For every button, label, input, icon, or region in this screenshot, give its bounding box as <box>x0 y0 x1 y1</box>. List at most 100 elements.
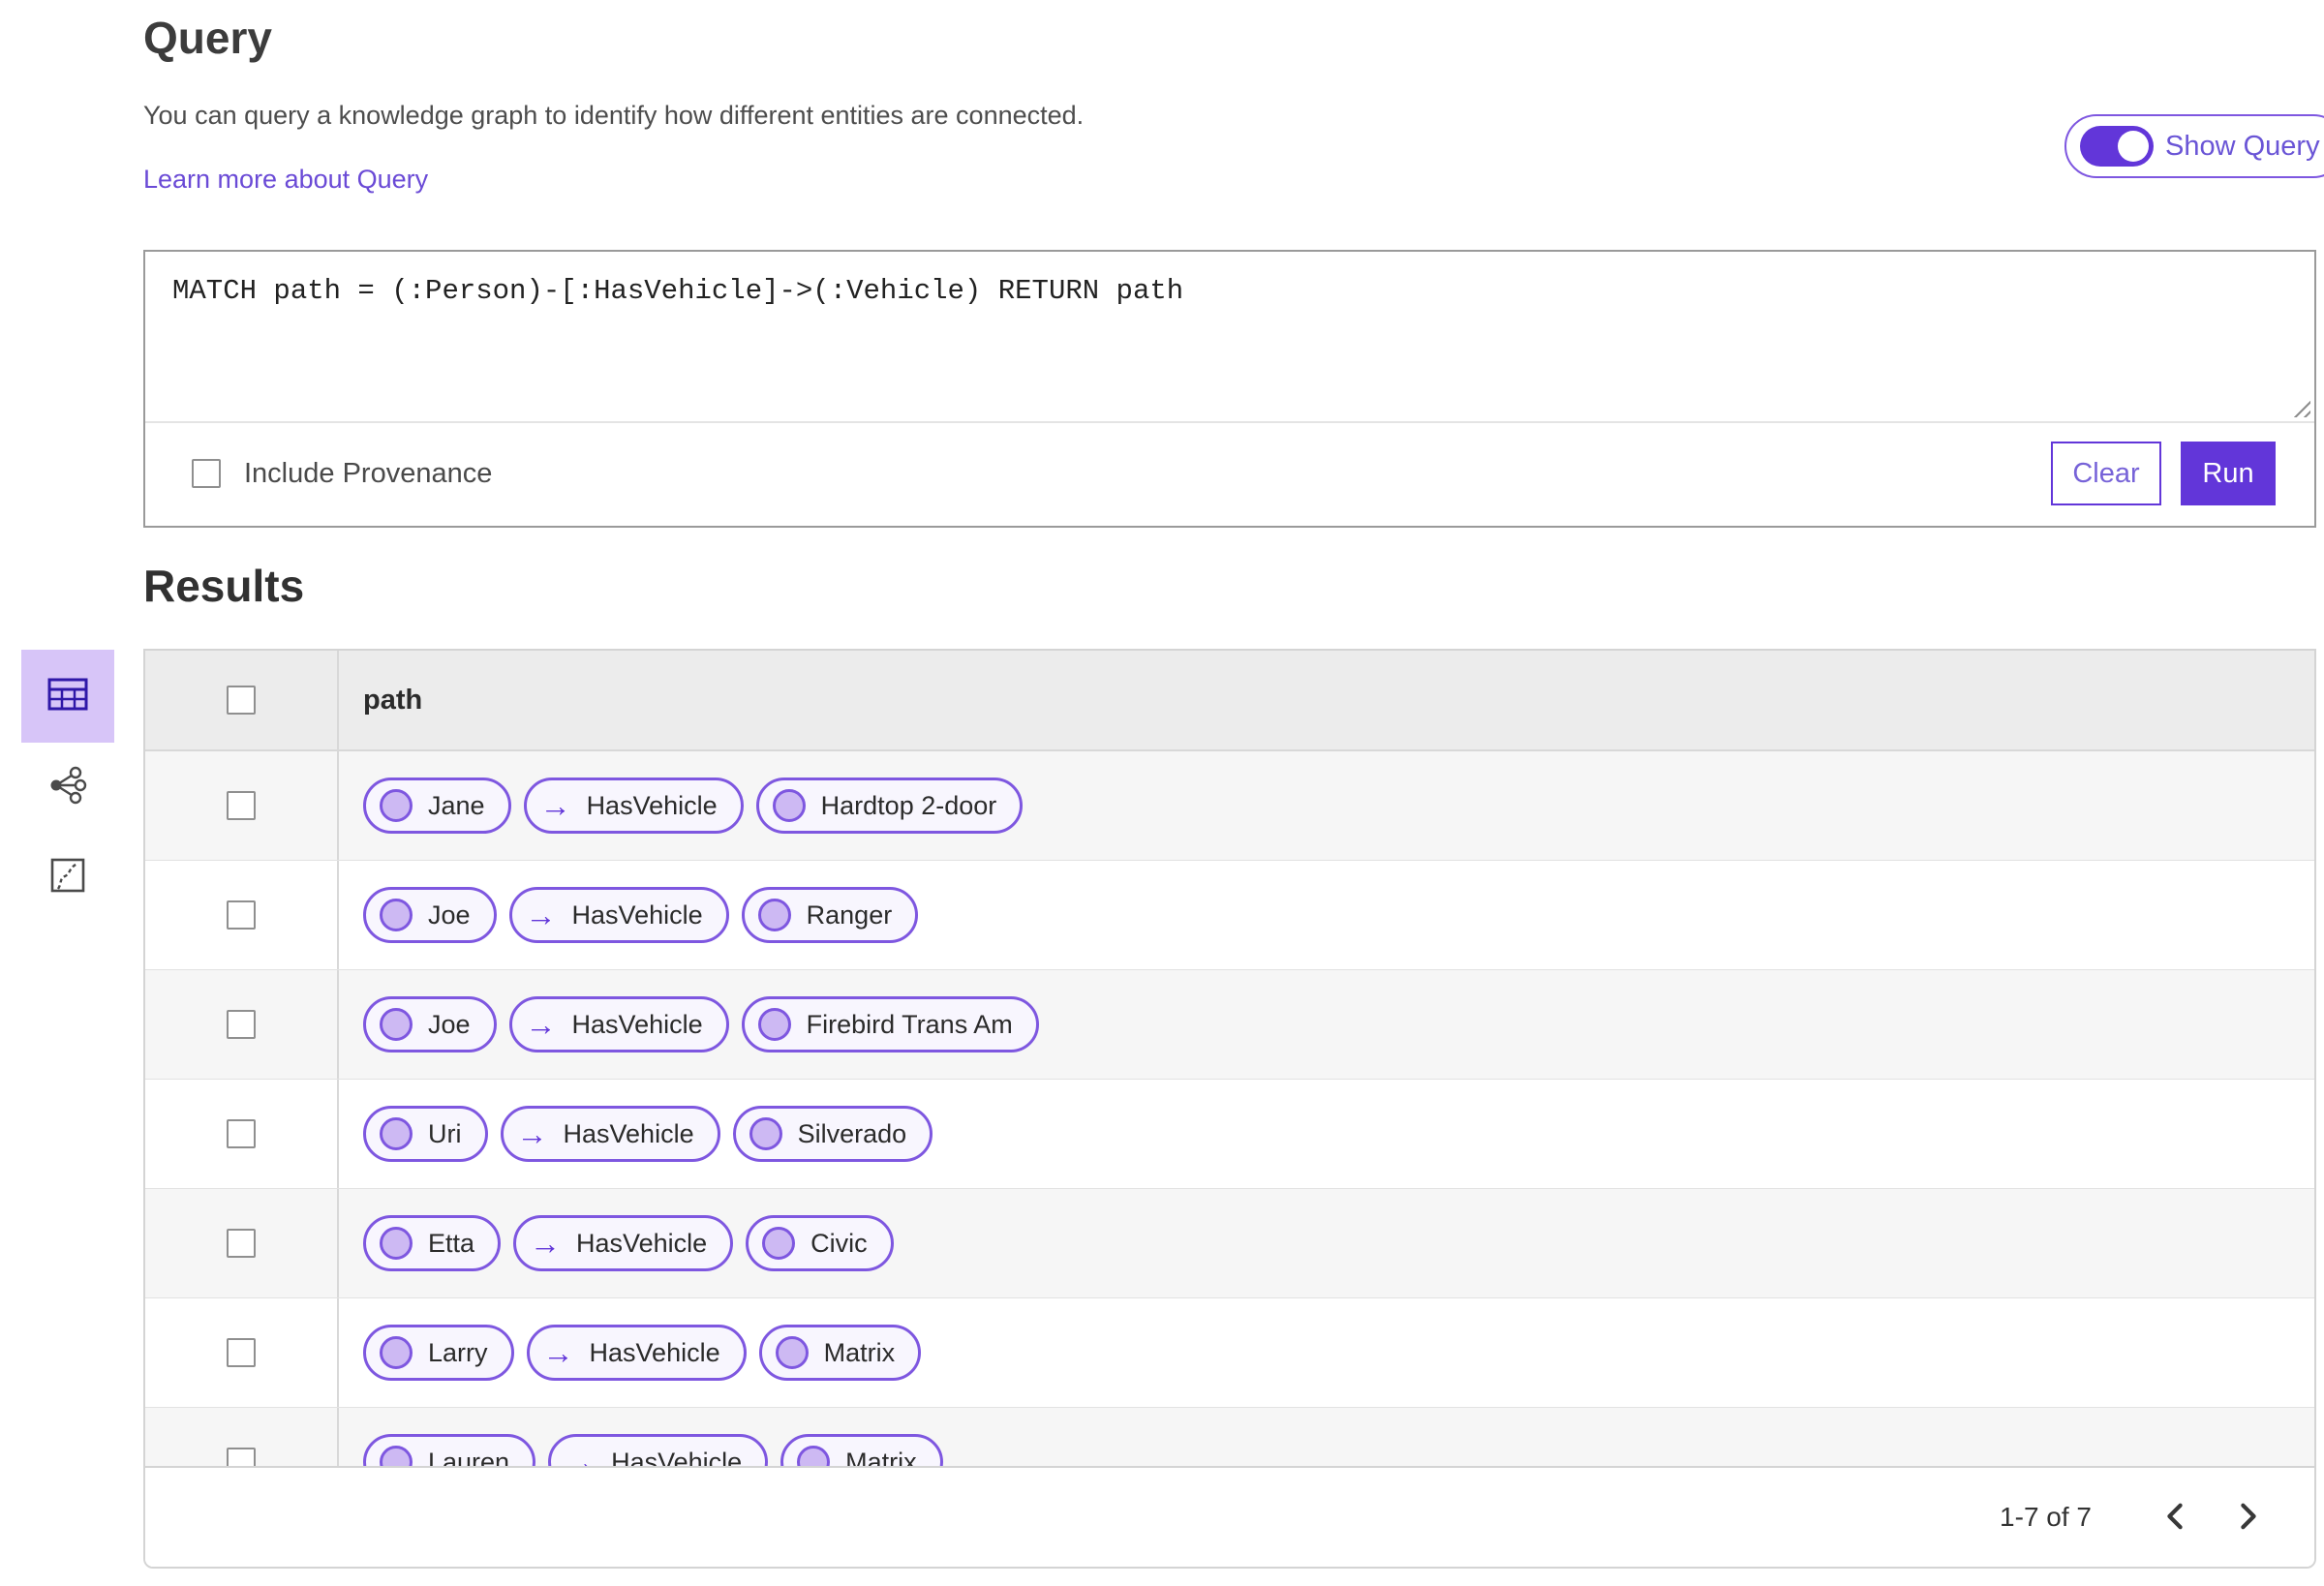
row-checkbox[interactable] <box>227 1119 256 1148</box>
query-editor[interactable]: MATCH path = (:Person)-[:HasVehicle]->(:… <box>145 252 2314 423</box>
target-entity-pill[interactable]: Civic <box>746 1215 894 1271</box>
relationship-label: HasVehicle <box>586 790 718 820</box>
show-query-label: Show Query <box>2165 130 2320 162</box>
next-page-button[interactable] <box>2225 1494 2272 1540</box>
header-path-cell: path <box>339 651 2314 749</box>
arrow-right-icon: → <box>539 788 571 823</box>
target-entity-pill[interactable]: Matrix <box>758 1325 922 1381</box>
row-checkbox-cell <box>145 1080 339 1188</box>
toggle-switch-icon[interactable] <box>2080 126 2154 167</box>
row-checkbox[interactable] <box>227 791 256 820</box>
show-query-toggle[interactable]: Show Query <box>2064 114 2324 178</box>
arrow-right-icon: → <box>516 1116 548 1151</box>
table-row: Etta → HasVehicle Civic <box>145 1189 2314 1298</box>
source-entity-pill[interactable]: Etta <box>363 1215 502 1271</box>
map-view-button[interactable] <box>21 854 114 900</box>
source-entity-pill[interactable]: Jane <box>363 778 511 834</box>
entity-node-icon <box>749 1117 782 1150</box>
entity-node-icon <box>380 1117 413 1150</box>
entity-node-icon <box>380 899 413 931</box>
row-checkbox[interactable] <box>227 900 256 930</box>
target-entity-label: Firebird Trans Am <box>806 1009 1013 1039</box>
relationship-label: HasVehicle <box>563 1118 694 1148</box>
table-row: Joe → HasVehicle Firebird Trans Am <box>145 970 2314 1080</box>
target-entity-label: Matrix <box>823 1337 896 1367</box>
relationship-label: HasVehicle <box>576 1228 708 1258</box>
row-checkbox[interactable] <box>227 1338 256 1367</box>
row-checkbox[interactable] <box>227 1229 256 1258</box>
row-checkbox-cell <box>145 970 339 1079</box>
map-view-icon <box>48 856 87 900</box>
results-table: path Jane → HasVehicle Hardtop 2-door Jo… <box>143 649 2316 1569</box>
path-cell: Larry → HasVehicle Matrix <box>339 1298 2314 1407</box>
link-chart-view-button[interactable] <box>21 764 114 810</box>
query-panel: MATCH path = (:Person)-[:HasVehicle]->(:… <box>143 250 2316 528</box>
entity-node-icon <box>380 1336 413 1369</box>
arrow-right-icon: → <box>530 1226 562 1261</box>
resize-grip-icon[interactable] <box>2289 396 2310 417</box>
path-cell: Joe → HasVehicle Firebird Trans Am <box>339 970 2314 1079</box>
table-row: Joe → HasVehicle Ranger <box>145 861 2314 970</box>
source-entity-pill[interactable]: Joe <box>363 996 497 1052</box>
clear-button[interactable]: Clear <box>2051 442 2161 505</box>
path-cell: Uri → HasVehicle Silverado <box>339 1080 2314 1188</box>
target-entity-pill[interactable]: Silverado <box>732 1106 933 1162</box>
entity-node-icon <box>762 1227 796 1260</box>
entity-node-icon <box>757 899 791 931</box>
table-row: Larry → HasVehicle Matrix <box>145 1298 2314 1408</box>
row-checkbox-cell <box>145 1189 339 1297</box>
source-entity-label: Jane <box>428 790 485 820</box>
include-provenance-checkbox[interactable] <box>192 459 221 488</box>
include-provenance-label: Include Provenance <box>244 457 493 489</box>
table-row: Jane → HasVehicle Hardtop 2-door <box>145 751 2314 861</box>
relationship-pill[interactable]: → HasVehicle <box>523 778 744 834</box>
source-entity-label: Etta <box>428 1228 475 1258</box>
table-row: Uri → HasVehicle Silverado <box>145 1080 2314 1189</box>
learn-more-link[interactable]: Learn more about Query <box>143 165 428 195</box>
query-text[interactable]: MATCH path = (:Person)-[:HasVehicle]->(:… <box>145 252 2314 330</box>
run-button[interactable]: Run <box>2181 442 2276 505</box>
link-chart-view-icon <box>47 765 88 810</box>
relationship-pill[interactable]: → HasVehicle <box>513 1215 734 1271</box>
results-title: Results <box>143 561 305 611</box>
pagination-range-label: 1-7 of 7 <box>2000 1502 2092 1532</box>
target-entity-pill[interactable]: Firebird Trans Am <box>741 996 1039 1052</box>
entity-node-icon <box>380 789 413 822</box>
target-entity-pill[interactable]: Ranger <box>741 887 919 943</box>
select-all-checkbox[interactable] <box>227 686 256 715</box>
row-checkbox[interactable] <box>227 1010 256 1039</box>
chevron-left-icon <box>2163 1502 2186 1534</box>
entity-node-icon <box>772 789 806 822</box>
source-entity-pill[interactable]: Larry <box>363 1325 514 1381</box>
source-entity-label: Joe <box>428 1009 471 1039</box>
source-entity-pill[interactable]: Uri <box>363 1106 488 1162</box>
target-entity-pill[interactable]: Hardtop 2-door <box>755 778 1024 834</box>
header-checkbox-cell <box>145 651 339 749</box>
row-checkbox-cell <box>145 751 339 860</box>
row-checkbox-cell <box>145 861 339 969</box>
entity-node-icon <box>775 1336 809 1369</box>
relationship-pill[interactable]: → HasVehicle <box>508 996 729 1052</box>
target-entity-label: Ranger <box>806 900 893 930</box>
table-view-button[interactable] <box>21 650 114 743</box>
path-cell: Etta → HasVehicle Civic <box>339 1189 2314 1297</box>
previous-page-button[interactable] <box>2152 1494 2198 1540</box>
relationship-label: HasVehicle <box>571 1009 703 1039</box>
chevron-right-icon <box>2237 1502 2260 1534</box>
relationship-pill[interactable]: → HasVehicle <box>508 887 729 943</box>
target-entity-label: Silverado <box>797 1118 907 1148</box>
path-column-header: path <box>363 684 423 716</box>
entity-node-icon <box>757 1008 791 1041</box>
page-description: You can query a knowledge graph to ident… <box>143 101 1085 130</box>
relationship-label: HasVehicle <box>589 1337 720 1367</box>
relationship-pill[interactable]: → HasVehicle <box>500 1106 720 1162</box>
relationship-pill[interactable]: → HasVehicle <box>526 1325 747 1381</box>
target-entity-label: Civic <box>810 1228 868 1258</box>
entity-node-icon <box>380 1227 413 1260</box>
pagination-bar: 1-7 of 7 <box>145 1466 2314 1567</box>
toggle-knob <box>2118 131 2149 162</box>
source-entity-pill[interactable]: Joe <box>363 887 497 943</box>
table-header-row: path <box>145 651 2314 751</box>
arrow-right-icon: → <box>525 1007 557 1042</box>
page-title: Query <box>143 13 272 63</box>
